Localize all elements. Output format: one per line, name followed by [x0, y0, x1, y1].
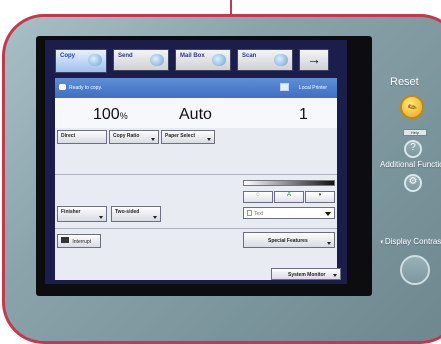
touch-screen: Copy Send Mail Box Scan → Ready to copy.… — [45, 40, 347, 284]
printer-icon — [280, 83, 289, 91]
gear-icon: ⚙ — [408, 176, 418, 187]
help-button[interactable]: ? — [404, 140, 422, 158]
direct-button[interactable]: Direct — [57, 130, 107, 144]
chevron-down-icon — [333, 274, 337, 277]
interrupt-button[interactable]: Interrupt — [57, 234, 101, 248]
message-icon — [59, 84, 66, 90]
copy-count-value: 1 — [299, 106, 308, 123]
divider — [55, 174, 337, 175]
darker-button[interactable]: ◗ — [305, 191, 335, 203]
mailbox-icon — [212, 54, 226, 66]
chevron-down-icon — [151, 138, 155, 141]
interrupt-icon — [61, 237, 69, 243]
auto-density-button[interactable]: A — [274, 191, 304, 203]
reset-button[interactable]: ✎ — [400, 95, 424, 119]
tab-more-arrow[interactable]: → — [299, 49, 329, 71]
chevron-down-icon — [153, 216, 157, 219]
tab-label: Scan — [242, 53, 257, 59]
copier-icon — [88, 54, 102, 66]
chevron-down-icon — [325, 212, 331, 216]
system-monitor-button[interactable]: System Monitor — [271, 268, 341, 280]
question-icon: ? — [410, 142, 416, 153]
send-icon — [150, 54, 164, 66]
copy-ratio-value: 100% — [93, 106, 128, 123]
chevron-down-icon — [327, 242, 331, 245]
copy-settings-summary: 100% Auto 1 — [55, 98, 337, 128]
tab-scan[interactable]: Scan — [237, 49, 293, 71]
document-icon — [247, 210, 252, 216]
tab-mail-box[interactable]: Mail Box — [175, 49, 231, 71]
tab-send[interactable]: Send — [113, 49, 169, 71]
density-controls: ◌ A ◗ — [243, 191, 335, 203]
status-bar: Ready to copy. Local Printer — [55, 78, 337, 98]
additional-functions-button[interactable]: ⚙ — [404, 174, 422, 192]
tab-copy[interactable]: Copy — [55, 49, 107, 73]
tab-label: Copy — [60, 53, 75, 59]
tab-label: Mail Box — [180, 53, 205, 59]
arrow-right-icon: → — [307, 51, 321, 67]
copy-ratio-button[interactable]: Copy Ratio — [109, 130, 159, 144]
divider — [55, 228, 337, 229]
scan-icon — [274, 54, 288, 66]
paper-select-button[interactable]: Paper Select — [161, 130, 215, 144]
lighter-button[interactable]: ◌ — [243, 191, 273, 203]
printer-label: Local Printer — [298, 85, 327, 91]
status-message: Ready to copy. — [69, 85, 102, 91]
paper-size-value: Auto — [179, 106, 212, 123]
finisher-button[interactable]: Finisher — [57, 206, 107, 222]
chevron-down-icon — [99, 216, 103, 219]
additional-functions-label: Additional Functions — [380, 160, 441, 169]
tab-label: Send — [118, 53, 133, 59]
reset-label: Reset — [390, 76, 419, 88]
display-contrast-label: ◐Display Contrast — [380, 237, 441, 246]
chevron-down-icon — [207, 138, 211, 141]
callout-line — [230, 0, 232, 15]
two-sided-button[interactable]: Two-sided — [111, 206, 161, 222]
copy-panel: Ready to copy. Local Printer 100% Auto 1… — [55, 78, 337, 280]
reset-icon: ✎ — [405, 100, 420, 116]
density-gradient — [243, 180, 335, 186]
special-features-button[interactable]: Special Features — [243, 232, 335, 248]
original-type-select[interactable]: Text — [243, 207, 335, 219]
help-tag: Help — [403, 129, 427, 136]
display-contrast-button[interactable] — [400, 255, 430, 285]
